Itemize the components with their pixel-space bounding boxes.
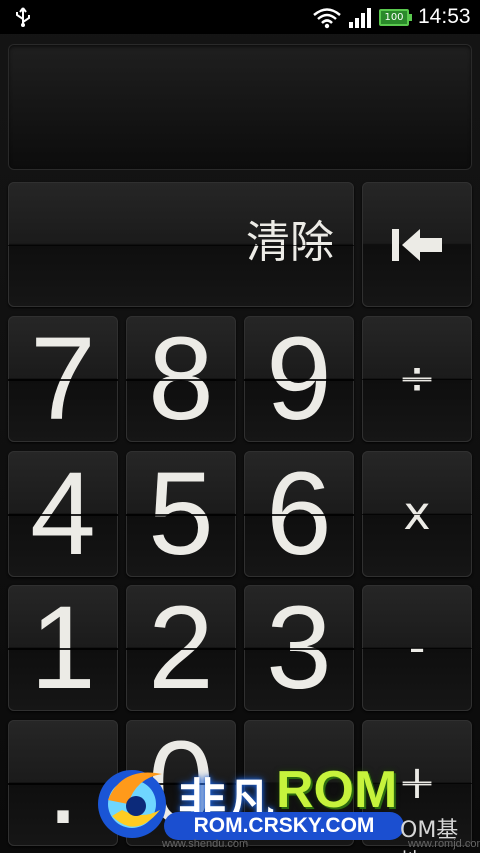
digit-4-button[interactable]: 4 xyxy=(8,451,118,577)
status-clock: 14:53 xyxy=(418,5,471,28)
equals-button[interactable] xyxy=(244,720,354,846)
digit-5-button[interactable]: 5 xyxy=(126,451,236,577)
backspace-button[interactable] xyxy=(362,182,472,307)
status-bar: 100 14:53 xyxy=(0,0,480,34)
calculator-screen: 100 14:53 清除 7 8 9 ÷ 4 5 6 x 1 2 3 - . 0… xyxy=(0,0,480,853)
digit-1-button[interactable]: 1 xyxy=(8,585,118,711)
digit-6-button[interactable]: 6 xyxy=(244,451,354,577)
decimal-point-button[interactable]: . xyxy=(8,720,118,846)
wifi-icon xyxy=(313,8,341,29)
digit-0-button[interactable]: 0 xyxy=(126,720,236,846)
usb-icon xyxy=(16,7,30,27)
divide-button[interactable]: ÷ xyxy=(362,316,472,442)
battery-level: 100 xyxy=(381,11,407,24)
battery-icon: 100 xyxy=(379,9,412,26)
calculator-display[interactable] xyxy=(8,44,472,170)
digit-3-button[interactable]: 3 xyxy=(244,585,354,711)
digit-9-button[interactable]: 9 xyxy=(244,316,354,442)
digit-2-button[interactable]: 2 xyxy=(126,585,236,711)
minus-button[interactable]: - xyxy=(362,585,472,711)
backspace-icon xyxy=(392,229,442,261)
multiply-button[interactable]: x xyxy=(362,451,472,577)
plus-button[interactable]: + xyxy=(362,720,472,846)
digit-7-button[interactable]: 7 xyxy=(8,316,118,442)
signal-icon xyxy=(349,8,371,28)
clear-button[interactable]: 清除 xyxy=(8,182,354,307)
digit-8-button[interactable]: 8 xyxy=(126,316,236,442)
